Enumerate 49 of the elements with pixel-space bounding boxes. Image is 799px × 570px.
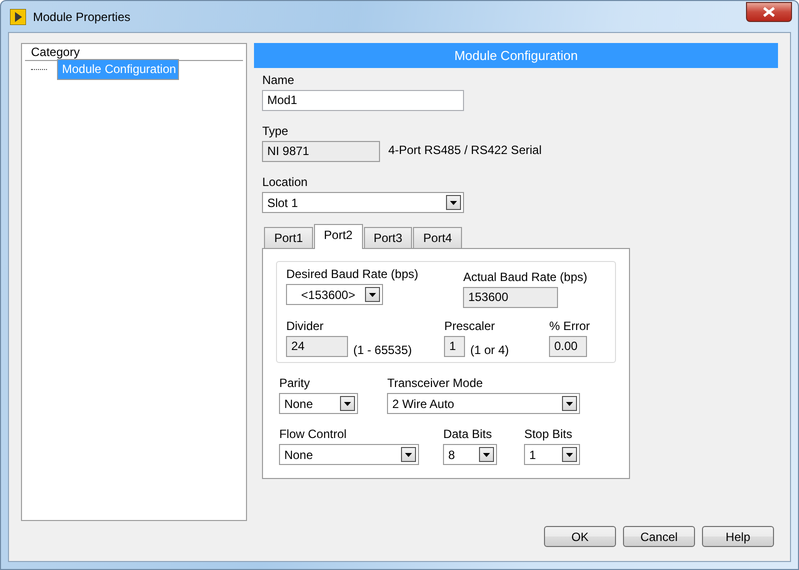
caret-icon — [566, 402, 574, 406]
play-icon — [10, 8, 26, 24]
field-label: Actual Baud Rate (bps) — [463, 270, 588, 284]
divider-field: 24 — [286, 336, 348, 357]
flow-control-dropdown[interactable]: None — [279, 444, 420, 465]
range-hint: (1 - 65535) — [353, 343, 412, 357]
range-hint: (1 or 4) — [470, 343, 509, 357]
field-label: Type — [262, 124, 288, 138]
caret-icon — [369, 292, 376, 296]
dialog-button[interactable]: Cancel — [623, 526, 695, 547]
field-label: Stop Bits — [524, 427, 572, 441]
close-button[interactable] — [746, 2, 792, 22]
close-icon — [763, 6, 775, 16]
caret-icon — [566, 452, 574, 456]
caret-icon — [405, 452, 412, 456]
type-description: 4-Port RS485 / RS422 Serial — [388, 143, 542, 157]
caret-icon — [483, 452, 490, 456]
field-label: Location — [262, 175, 308, 189]
field-label: Prescaler — [444, 319, 495, 333]
dialog-button[interactable]: Help — [702, 526, 774, 547]
parity-dropdown[interactable]: None — [279, 393, 358, 414]
field-label: Flow Control — [279, 427, 347, 441]
data-bits-dropdown[interactable]: 8 — [443, 444, 498, 465]
baud-rate-field: 153600 — [463, 287, 558, 308]
field-label: Data Bits — [443, 427, 492, 441]
location-dropdown[interactable]: Slot 1 — [262, 192, 464, 213]
field-label: Desired Baud Rate (bps) — [286, 267, 418, 281]
dialog-button[interactable]: OK — [544, 526, 616, 547]
field-label: % Error — [549, 319, 590, 333]
tree-line — [31, 68, 47, 70]
field-label: Divider — [286, 319, 324, 333]
window-title: Module Properties — [33, 10, 130, 24]
field-label: Transceiver Mode — [387, 376, 483, 390]
section-header: Module Configuration — [254, 43, 778, 68]
field-label: Parity — [279, 376, 310, 390]
tab[interactable]: Port4 — [413, 227, 462, 248]
tab[interactable]: Port1 — [264, 227, 313, 248]
baud-rate-dropdown[interactable]: <153600> — [286, 284, 384, 305]
name-field[interactable]: Mod1 — [262, 90, 464, 111]
tab[interactable]: Port3 — [364, 227, 412, 248]
prescaler-field: 1 — [444, 336, 466, 357]
transceiver-mode-dropdown[interactable]: 2 Wire Auto — [387, 393, 580, 414]
error-field: 0.00 — [549, 336, 588, 357]
caret-icon — [344, 402, 352, 406]
field-label: Name — [262, 73, 294, 87]
stop-bits-dropdown[interactable]: 1 — [524, 444, 580, 465]
caret-icon — [450, 200, 458, 204]
tab[interactable]: Port2 — [314, 224, 363, 249]
type-field: NI 9871 — [262, 141, 380, 162]
